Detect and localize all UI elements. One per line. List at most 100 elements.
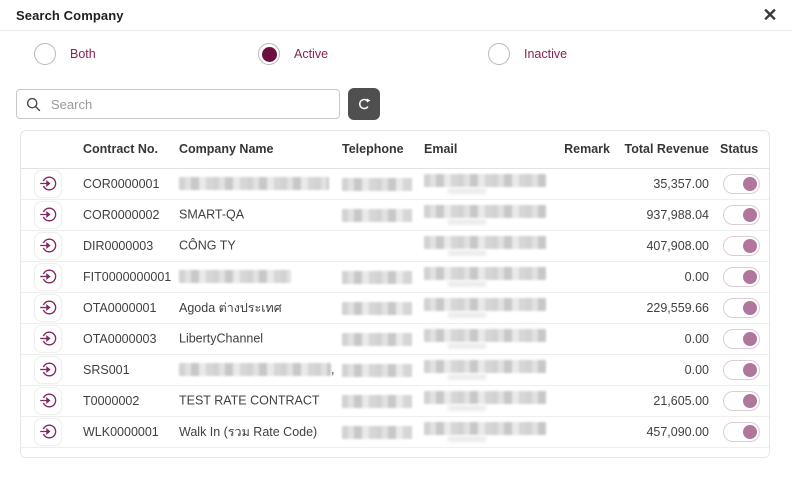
status-toggle[interactable] [723, 422, 760, 442]
company-name: Walk In (รวม Rate Code) [179, 425, 317, 439]
modal-header: Search Company ✕ [0, 0, 792, 31]
status-toggle[interactable] [723, 329, 760, 349]
redacted-email-line2 [448, 312, 486, 318]
radio-circle[interactable] [258, 43, 280, 65]
redacted-email [424, 422, 546, 435]
enter-arrow-icon [39, 298, 58, 317]
contract-no: T0000002 [83, 394, 139, 408]
redacted-company [179, 363, 331, 376]
radio-label: Inactive [524, 47, 567, 61]
contract-no: OTA0000001 [83, 301, 156, 315]
select-company-button[interactable] [34, 232, 62, 260]
table-row: FIT0000000001 0.00 [21, 261, 769, 292]
radio-both[interactable]: Both [34, 39, 96, 69]
redacted-email-line2 [448, 219, 486, 225]
table-body: COR0000001 35,357.00 COR0000002 [21, 168, 769, 447]
search-input[interactable] [49, 96, 330, 113]
select-company-button[interactable] [34, 418, 62, 446]
radio-label: Both [70, 47, 96, 61]
status-toggle[interactable] [723, 174, 760, 194]
total-revenue: 407,908.00 [646, 239, 709, 253]
close-icon[interactable]: ✕ [756, 1, 784, 29]
total-revenue: 0.00 [685, 363, 709, 377]
redacted-telephone [342, 364, 412, 377]
refresh-button[interactable] [348, 88, 380, 120]
contract-no: COR0000001 [83, 177, 159, 191]
redacted-email [424, 360, 546, 373]
redacted-email [424, 236, 546, 249]
radio-label: Active [294, 47, 328, 61]
table-row: SRS001 , 0.00 [21, 354, 769, 385]
refresh-icon [355, 95, 373, 113]
company-name: CÔNG TY [179, 239, 236, 253]
page-title: Search Company [16, 8, 124, 23]
company-name: , [331, 363, 334, 377]
status-toggle[interactable] [723, 267, 760, 287]
select-company-button[interactable] [34, 387, 62, 415]
radio-active[interactable]: Active [258, 39, 328, 69]
redacted-telephone [342, 302, 412, 315]
total-revenue: 229,559.66 [646, 301, 709, 315]
redacted-email [424, 298, 546, 311]
total-revenue: 0.00 [685, 270, 709, 284]
total-revenue: 937,988.04 [646, 208, 709, 222]
status-toggle[interactable] [723, 360, 760, 380]
select-company-button[interactable] [34, 356, 62, 384]
column-contract-no: Contract No. [76, 131, 173, 168]
radio-circle[interactable] [34, 43, 56, 65]
redacted-company [179, 270, 291, 283]
table-header: Contract No. Company Name Telephone Emai… [21, 131, 769, 168]
contract-no: WLK0000001 [83, 425, 159, 439]
contract-no: OTA0000003 [83, 332, 156, 346]
redacted-telephone [342, 333, 412, 346]
redacted-company [179, 177, 329, 190]
redacted-email [424, 174, 546, 187]
contract-no: SRS001 [83, 363, 130, 377]
table-row: OTA0000003 LibertyChannel 0.00 [21, 323, 769, 354]
enter-arrow-icon [39, 329, 58, 348]
redacted-telephone [342, 209, 412, 222]
enter-arrow-icon [39, 174, 58, 193]
table-footer [21, 448, 769, 457]
status-toggle[interactable] [723, 236, 760, 256]
contract-no: FIT0000000001 [83, 270, 171, 284]
icon-column-header [21, 131, 76, 168]
column-telephone: Telephone [339, 131, 419, 168]
select-company-button[interactable] [34, 294, 62, 322]
column-company-name: Company Name [173, 131, 339, 168]
radio-inactive[interactable]: Inactive [488, 39, 567, 69]
select-company-button[interactable] [34, 170, 62, 198]
redacted-email [424, 205, 546, 218]
table-row: OTA0000001 Agoda ต่างประเทศ 229,559.66 [21, 292, 769, 323]
search-icon [26, 97, 41, 112]
enter-arrow-icon [39, 236, 58, 255]
redacted-email-line2 [448, 343, 486, 349]
column-status: Status [713, 131, 769, 168]
search-box [16, 89, 340, 119]
table-row: COR0000002 SMART-QA 937,988.04 [21, 199, 769, 230]
select-company-button[interactable] [34, 325, 62, 353]
column-remark: Remark [563, 131, 613, 168]
redacted-email-line2 [448, 281, 486, 287]
total-revenue: 35,357.00 [653, 177, 709, 191]
table-row: WLK0000001 Walk In (รวม Rate Code) 457,0… [21, 416, 769, 447]
redacted-email [424, 329, 546, 342]
table-row: COR0000001 35,357.00 [21, 168, 769, 199]
radio-circle[interactable] [488, 43, 510, 65]
redacted-telephone [342, 395, 412, 408]
table-row: DIR0000003 CÔNG TY 407,908.00 [21, 230, 769, 261]
select-company-button[interactable] [34, 201, 62, 229]
redacted-email-line2 [448, 188, 486, 194]
redacted-telephone [342, 178, 412, 191]
status-toggle[interactable] [723, 205, 760, 225]
column-total-revenue: Total Revenue [613, 131, 713, 168]
status-filter-group: Both Active Inactive [0, 31, 792, 77]
select-company-button[interactable] [34, 263, 62, 291]
table-row: T0000002 TEST RATE CONTRACT 21,605.00 [21, 385, 769, 416]
status-toggle[interactable] [723, 391, 760, 411]
redacted-telephone [342, 426, 412, 439]
company-name: Agoda ต่างประเทศ [179, 301, 282, 315]
status-toggle[interactable] [723, 298, 760, 318]
company-name: SMART-QA [179, 208, 244, 222]
enter-arrow-icon [39, 205, 58, 224]
